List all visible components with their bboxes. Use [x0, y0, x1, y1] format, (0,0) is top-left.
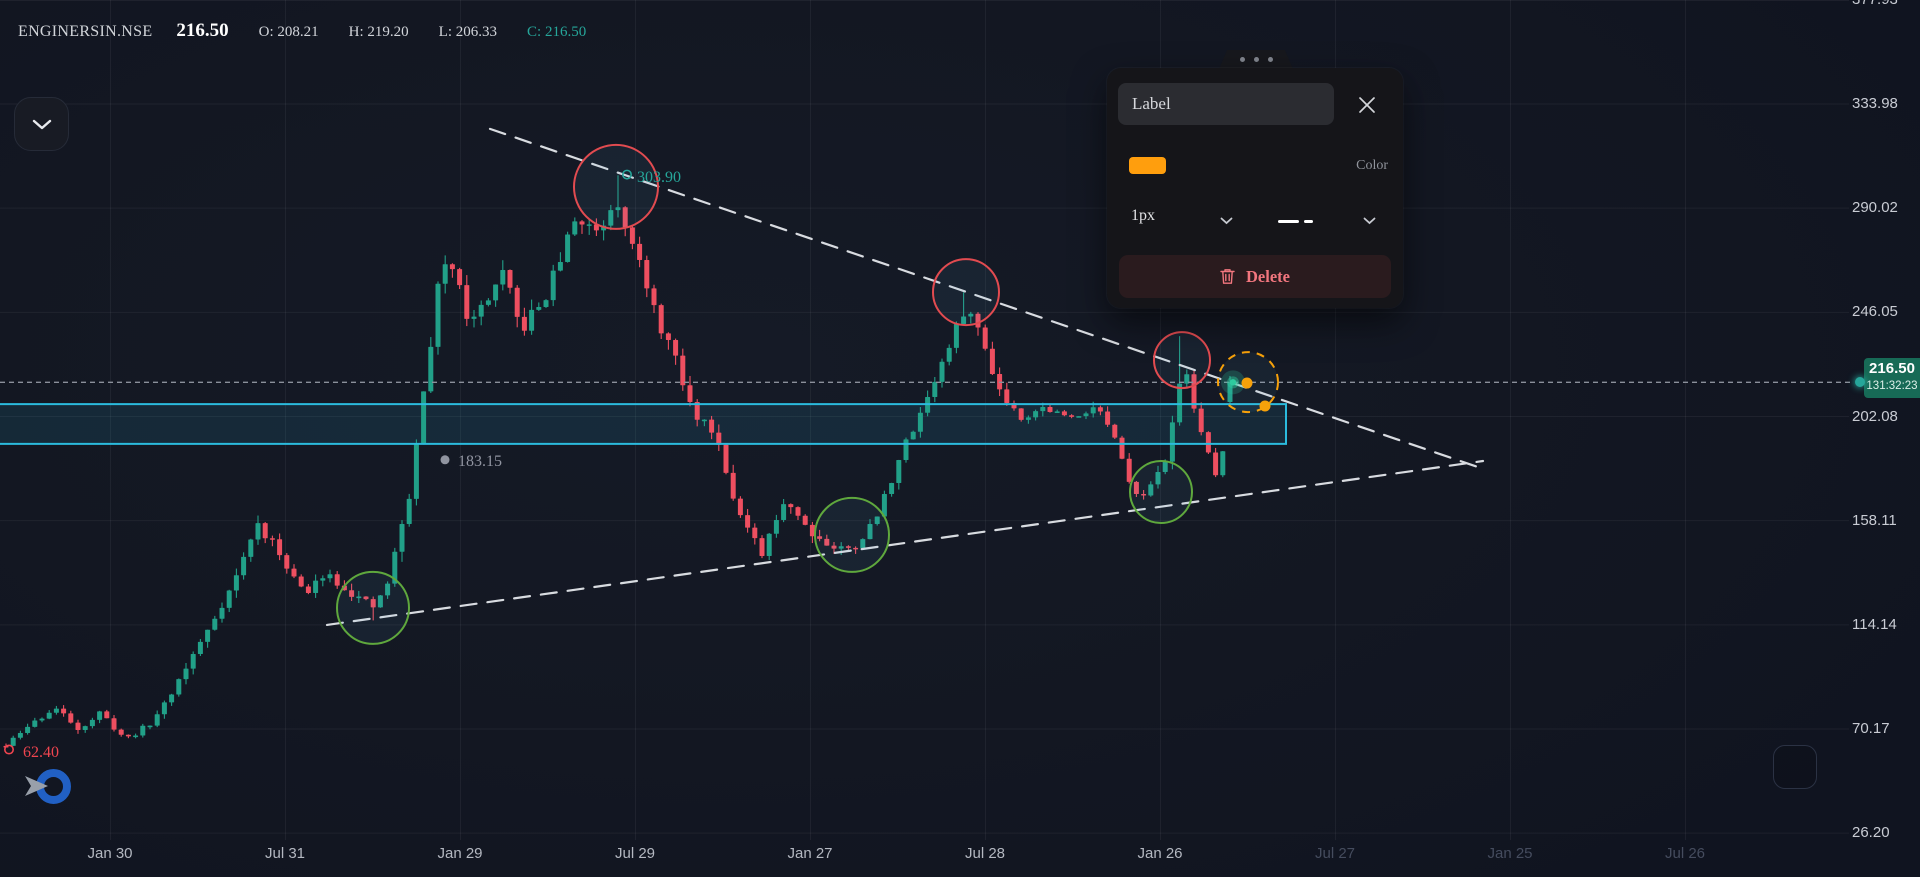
- price-axis-label: 70.17: [1852, 719, 1890, 737]
- drawing-anchor-handle[interactable]: [1259, 400, 1271, 412]
- low-value: L: 206.33: [438, 24, 498, 40]
- price-axis-label: 26.20: [1852, 824, 1890, 842]
- last-price: 216.50: [176, 20, 229, 41]
- width-dropdown-chevron-icon[interactable]: [1220, 217, 1233, 225]
- badge-price: 216.50: [1869, 360, 1915, 377]
- ellipse-drawing-green-0[interactable]: [336, 570, 410, 645]
- drag-dot: [1253, 57, 1259, 62]
- price-axis-label: 114.14: [1852, 615, 1897, 633]
- price-chart-canvas[interactable]: 303.90 183.15 62.40: [0, 0, 1920, 877]
- time-axis-label: Jan 29: [437, 845, 483, 862]
- annotation-text: 183.15: [458, 453, 502, 470]
- chevron-down-icon: [32, 119, 51, 129]
- ellipse-drawing-green-2[interactable]: [814, 496, 890, 573]
- symbol-name[interactable]: ENGINERSIN.NSE: [18, 23, 152, 41]
- price-annotations: 303.90 183.15 62.40: [4, 169, 681, 761]
- label-input[interactable]: [1118, 83, 1334, 125]
- style-dropdown-chevron-icon[interactable]: [1363, 217, 1376, 225]
- drawing-anchor-handle[interactable]: [1241, 377, 1253, 389]
- time-axis-label: Jan 30: [87, 845, 133, 862]
- time-axis-label: Jan 25: [1487, 845, 1533, 862]
- bottom-right-button[interactable]: [1773, 745, 1817, 789]
- trendline-lower-support[interactable]: [325, 459, 1485, 627]
- time-axis-label: Jul 31: [264, 845, 306, 862]
- time-axis-label: Jan 27: [787, 845, 833, 862]
- time-axis-label: Jul 27: [1314, 845, 1356, 862]
- trading-chart-app: 303.90 183.15 62.40 ENGINERSIN.NSE 216.50 …: [0, 0, 1920, 877]
- price-axis-label: 333.98: [1852, 95, 1898, 113]
- drag-dot: [1239, 57, 1245, 62]
- ellipse-drawing-red-3[interactable]: [932, 258, 1000, 327]
- annotation-marker-icon: [440, 455, 450, 465]
- live-price-dot: [1229, 379, 1237, 386]
- close-value: C: 216.50: [527, 24, 587, 40]
- price-axis-label: 158.11: [1852, 511, 1897, 529]
- open-value: O: 208.21: [258, 24, 319, 40]
- drawing-settings-dialog: Color 1px Delete: [1107, 68, 1403, 308]
- candlesticks: [3, 175, 1233, 748]
- ellipse-drawing-green-4[interactable]: [1129, 460, 1193, 525]
- drag-dot: [1267, 57, 1273, 62]
- high-value: H: 219.20: [348, 24, 409, 40]
- annotation-marker-icon: [4, 744, 14, 755]
- dialog-drag-handle[interactable]: [1219, 50, 1293, 69]
- price-axis-label: 246.05: [1852, 303, 1898, 321]
- delete-label: Delete: [1246, 266, 1290, 286]
- time-axis-label: Jul 28: [964, 845, 1006, 862]
- dash-style-preview[interactable]: [1278, 220, 1299, 223]
- annotation-text: 303.90: [637, 169, 681, 186]
- close-icon[interactable]: [1356, 94, 1378, 116]
- time-axis-label: Jul 29: [614, 845, 656, 862]
- price-axis-label: 377.93: [1852, 0, 1916, 9]
- delete-button[interactable]: Delete: [1119, 255, 1391, 298]
- badge-countdown: 131:32:23: [1866, 380, 1918, 392]
- color-swatch[interactable]: [1129, 157, 1166, 174]
- ellipse-drawing-red-1[interactable]: [573, 143, 659, 230]
- last-price-badge: 216.50 131:32:23: [1864, 358, 1920, 398]
- annotation-text: 62.40: [23, 744, 59, 761]
- dash-style-preview[interactable]: [1304, 220, 1313, 223]
- time-axis-label: Jul 26: [1664, 845, 1706, 862]
- symbol-header: ENGINERSIN.NSE 216.50 O: 208.21 H: 219.2…: [18, 20, 586, 42]
- price-axis-label: 290.02: [1852, 199, 1898, 217]
- collapse-header-button[interactable]: [14, 97, 69, 151]
- line-width-value[interactable]: 1px: [1131, 207, 1155, 225]
- price-axis-label: 202.08: [1852, 407, 1898, 425]
- time-axis-label: Jan 26: [1137, 845, 1183, 862]
- last-price-dot: [1855, 377, 1865, 387]
- trash-icon: [1220, 269, 1235, 284]
- ellipse-drawing-red-5[interactable]: [1153, 331, 1211, 390]
- color-label: Color: [1356, 158, 1388, 173]
